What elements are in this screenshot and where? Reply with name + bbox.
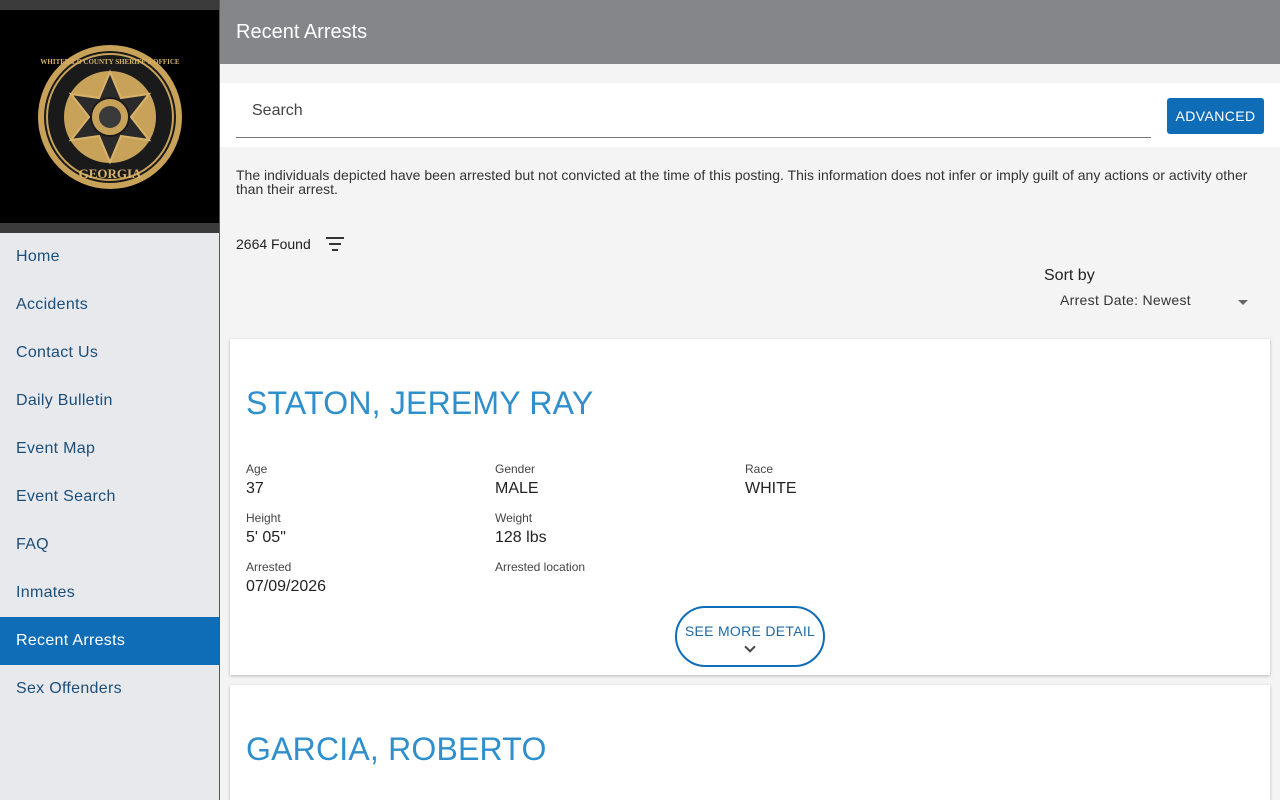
field-value: 37	[246, 480, 264, 497]
sidebar-nav: Home Accidents Contact Us Daily Bulletin…	[0, 233, 219, 713]
search-input[interactable]	[236, 97, 1151, 125]
advanced-search-button[interactable]: ADVANCED	[1167, 98, 1264, 134]
field-value: 07/09/2026	[246, 578, 327, 595]
field-race: Race WHITE	[745, 462, 797, 498]
record-name[interactable]: GARCIA, ROBERTO	[246, 731, 547, 768]
sheriff-badge-logo: GEORGIA WHITFIELD COUNTY SHERIFF'S OFFIC…	[37, 44, 182, 189]
field-arrested: Arrested 07/09/2026	[246, 560, 326, 596]
field-value: 5' 05"	[246, 529, 286, 546]
page-title: Recent Arrests	[236, 20, 368, 43]
sidebar-top-bar	[0, 0, 219, 10]
field-label: Race	[745, 462, 774, 476]
field-arrested-location: Arrested location	[495, 560, 585, 578]
field-weight: Weight 128 lbs	[495, 511, 547, 547]
sidebar-item-recent-arrests[interactable]: Recent Arrests	[0, 617, 219, 665]
logo-georgia-text: GEORGIA	[78, 166, 141, 181]
field-label: Arrested	[246, 560, 292, 574]
sidebar: GEORGIA WHITFIELD COUNTY SHERIFF'S OFFIC…	[0, 0, 220, 800]
top-app-bar: Recent Arrests	[220, 0, 1280, 64]
field-value: 128 lbs	[495, 529, 547, 546]
sidebar-item-inmates[interactable]: Inmates	[0, 569, 219, 617]
field-label: Age	[246, 462, 268, 476]
logo-bottom-bar	[0, 223, 219, 233]
sort-label: Sort by	[1044, 267, 1095, 284]
sort-selected-value: Arrest Date: Newest	[1060, 292, 1191, 308]
sidebar-item-sex-offenders[interactable]: Sex Offenders	[0, 665, 219, 713]
logo-top-text: WHITFIELD COUNTY SHERIFF'S OFFICE	[40, 58, 180, 66]
sidebar-item-home[interactable]: Home	[0, 233, 219, 281]
field-age: Age 37	[246, 462, 267, 498]
search-bar: ADVANCED	[220, 83, 1280, 147]
sidebar-item-daily-bulletin[interactable]: Daily Bulletin	[0, 377, 219, 425]
field-height: Height 5' 05"	[246, 511, 286, 547]
field-gender: Gender MALE	[495, 462, 539, 498]
field-label: Gender	[495, 462, 536, 476]
sidebar-item-contact-us[interactable]: Contact Us	[0, 329, 219, 377]
arrest-record-card: GARCIA, ROBERTO	[230, 685, 1270, 800]
field-label: Height	[246, 511, 281, 525]
field-value: WHITE	[745, 480, 797, 497]
sidebar-item-faq[interactable]: FAQ	[0, 521, 219, 569]
see-more-detail-button[interactable]: SEE MORE DETAIL	[675, 606, 825, 667]
field-label: Weight	[495, 511, 533, 525]
results-count: 2664 Found	[236, 236, 311, 252]
sidebar-item-accidents[interactable]: Accidents	[0, 281, 219, 329]
field-label: Arrested location	[495, 560, 586, 574]
field-value: MALE	[495, 480, 539, 497]
dropdown-arrow-icon	[1238, 299, 1248, 305]
logo-area: GEORGIA WHITFIELD COUNTY SHERIFF'S OFFIC…	[0, 10, 219, 223]
sort-select[interactable]: Arrest Date: Newest	[1060, 292, 1254, 308]
record-name[interactable]: STATON, JEREMY RAY	[246, 385, 593, 422]
search-field	[236, 83, 1151, 138]
arrest-record-card: STATON, JEREMY RAY Age 37 Gender MALE Ra…	[230, 339, 1270, 675]
results-summary: 2664 Found	[236, 236, 345, 252]
filter-list-icon[interactable]	[325, 237, 345, 251]
disclaimer-text: The individuals depicted have been arres…	[236, 167, 1248, 197]
see-more-label: SEE MORE DETAIL	[684, 622, 816, 639]
sidebar-item-event-map[interactable]: Event Map	[0, 425, 219, 473]
sidebar-item-event-search[interactable]: Event Search	[0, 473, 219, 521]
chevron-down-icon	[744, 640, 756, 653]
